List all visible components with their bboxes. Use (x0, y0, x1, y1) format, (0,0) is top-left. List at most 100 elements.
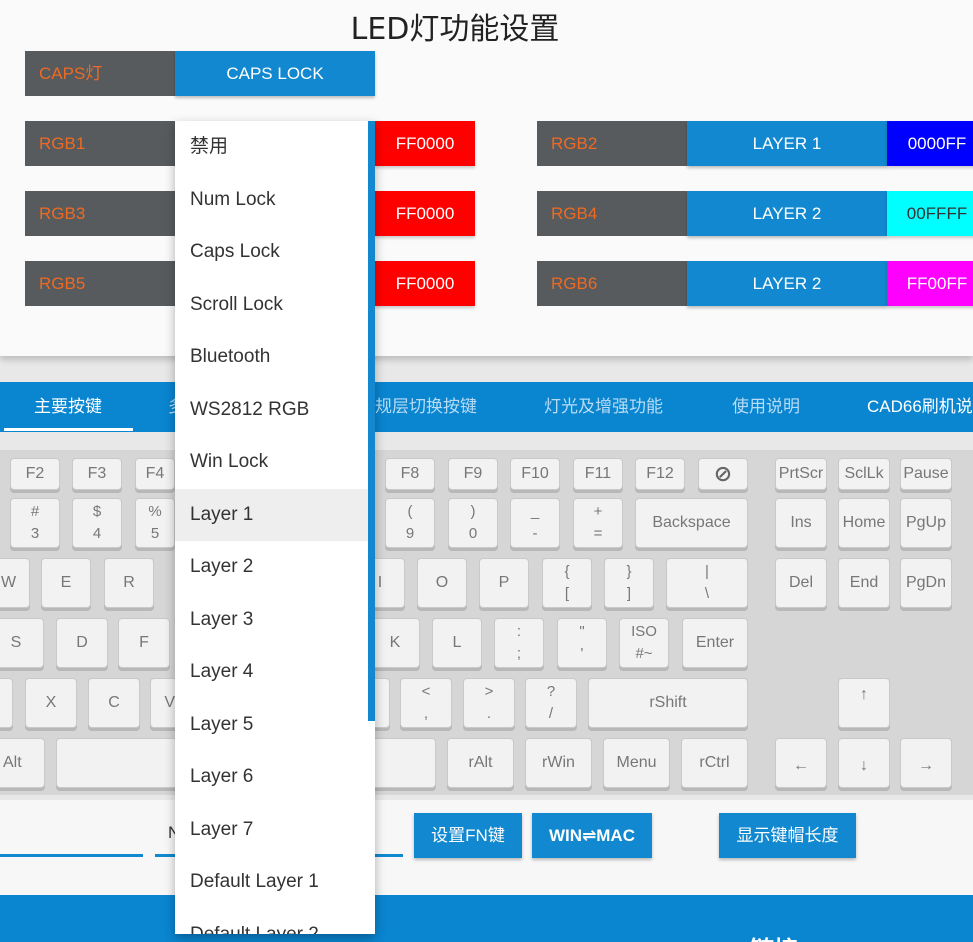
key-pgup[interactable]: PgUp (900, 498, 952, 548)
input-underline-left[interactable] (0, 854, 143, 857)
key-f3[interactable]: F3 (72, 458, 122, 490)
key-scllk[interactable]: SclLk (838, 458, 890, 490)
key-ins[interactable]: Ins (775, 498, 827, 548)
key-pause[interactable]: Pause (900, 458, 952, 490)
key-left-bracket[interactable]: { [ (542, 558, 592, 608)
arrow-down-icon[interactable]: ↓ (838, 738, 890, 788)
dropdown-option-default-layer-2[interactable]: Default Layer 2 (175, 909, 375, 935)
dropdown-option-layer-1[interactable]: Layer 1 (175, 488, 375, 541)
key-f2[interactable]: F2 (10, 458, 60, 490)
dropdown-option-disabled[interactable]: 禁用 (175, 121, 375, 174)
key-s[interactable]: S (0, 618, 44, 668)
dropdown-scrollbar[interactable] (368, 121, 375, 721)
rgb4-color-button[interactable]: 00FFFF (887, 191, 973, 236)
arrow-up-icon[interactable]: ↑ (838, 678, 890, 728)
key-l[interactable]: L (432, 618, 482, 668)
key-f12[interactable]: F12 (635, 458, 685, 490)
tab-flash-guide[interactable]: CAD66刷机说 (867, 382, 973, 432)
key-equal[interactable]: + = (573, 498, 623, 548)
key-e[interactable]: E (41, 558, 91, 608)
tab-lighting[interactable]: 灯光及增强功能 (544, 382, 663, 432)
show-keycap-length-button[interactable]: 显示键帽长度 (719, 813, 856, 858)
key-4[interactable]: $ 4 (72, 498, 122, 548)
rgb4-mode-button[interactable]: LAYER 2 (687, 191, 887, 236)
key-0[interactable]: ) 0 (448, 498, 498, 548)
key-lshift-partial[interactable] (0, 678, 13, 728)
key-3[interactable]: # 3 (10, 498, 60, 548)
tab-main-keys[interactable]: 主要按键 (34, 382, 102, 432)
key-f[interactable]: F (118, 618, 170, 668)
caps-led-label: CAPS灯 (25, 51, 175, 96)
dropdown-option-layer-5[interactable]: Layer 5 (175, 699, 375, 752)
key-slash[interactable]: ? / (525, 678, 577, 728)
dropdown-option-layer-4[interactable]: Layer 4 (175, 646, 375, 699)
key-k[interactable]: K (370, 618, 420, 668)
dropdown-option-layer-7[interactable]: Layer 7 (175, 804, 375, 857)
key-f10[interactable]: F10 (510, 458, 560, 490)
key-f9[interactable]: F9 (448, 458, 498, 490)
key-p[interactable]: P (479, 558, 529, 608)
key-x[interactable]: X (25, 678, 77, 728)
key-prtscr[interactable]: PrtScr (775, 458, 827, 490)
arrow-right-icon[interactable]: → (900, 738, 952, 788)
key-backspace[interactable]: Backspace (635, 498, 748, 548)
key-iso-hash[interactable]: ISO #~ (619, 618, 669, 668)
key-f8[interactable]: F8 (385, 458, 435, 490)
key-rwin[interactable]: rWin (525, 738, 592, 788)
key-right-bracket[interactable]: } ] (604, 558, 654, 608)
key-period[interactable]: > . (463, 678, 515, 728)
dropdown-option-ws2812-rgb[interactable]: WS2812 RGB (175, 384, 375, 437)
key-c[interactable]: C (88, 678, 140, 728)
key-home[interactable]: Home (838, 498, 890, 548)
key-quote[interactable]: " ' (557, 618, 607, 668)
dropdown-option-num-lock[interactable]: Num Lock (175, 174, 375, 227)
rgb6-color-button[interactable]: FF00FF (887, 261, 973, 306)
dropdown-option-scroll-lock[interactable]: Scroll Lock (175, 279, 375, 332)
key-ralt[interactable]: rAlt (447, 738, 514, 788)
layer-select-dropdown[interactable]: 禁用 Num Lock Caps Lock Scroll Lock Blueto… (175, 121, 375, 934)
key-enter[interactable]: Enter (682, 618, 748, 668)
dropdown-option-bluetooth[interactable]: Bluetooth (175, 331, 375, 384)
rgb2-label: RGB2 (537, 121, 687, 166)
key-r[interactable]: R (104, 558, 154, 608)
key-end[interactable]: End (838, 558, 890, 608)
key-lalt[interactable]: Alt (0, 738, 45, 788)
key-f11[interactable]: F11 (573, 458, 623, 490)
key-minus[interactable]: _ - (510, 498, 560, 548)
key-rctrl[interactable]: rCtrl (681, 738, 748, 788)
key-comma[interactable]: < , (400, 678, 452, 728)
rgb2-mode-button[interactable]: LAYER 1 (687, 121, 887, 166)
key-rshift[interactable]: rShift (588, 678, 748, 728)
key-del[interactable]: Del (775, 558, 827, 608)
set-fn-key-button[interactable]: 设置FN键 (414, 813, 522, 858)
key-semicolon[interactable]: : ; (494, 618, 544, 668)
tab-layer-switch[interactable]: 规层切换按键 (375, 382, 477, 432)
key-pgdn[interactable]: PgDn (900, 558, 952, 608)
key-f4[interactable]: F4 (135, 458, 175, 490)
key-d[interactable]: D (56, 618, 108, 668)
rgb6-mode-button[interactable]: LAYER 2 (687, 261, 887, 306)
footer-link-heading: 链接 (750, 930, 798, 942)
no-entry-icon[interactable]: ⊘ (698, 458, 748, 490)
dropdown-option-layer-2[interactable]: Layer 2 (175, 541, 375, 594)
key-o[interactable]: O (417, 558, 467, 608)
rgb4-label: RGB4 (537, 191, 687, 236)
dropdown-option-caps-lock[interactable]: Caps Lock (175, 226, 375, 279)
key-w[interactable]: W (0, 558, 30, 608)
dropdown-option-win-lock[interactable]: Win Lock (175, 436, 375, 489)
dropdown-option-default-layer-1[interactable]: Default Layer 1 (175, 856, 375, 909)
tab-instructions[interactable]: 使用说明 (732, 382, 800, 432)
dropdown-option-layer-6[interactable]: Layer 6 (175, 751, 375, 804)
rgb5-color-button[interactable]: FF0000 (375, 261, 475, 306)
key-menu[interactable]: Menu (603, 738, 670, 788)
rgb1-color-button[interactable]: FF0000 (375, 121, 475, 166)
key-9[interactable]: ( 9 (385, 498, 435, 548)
caps-led-mode-button[interactable]: CAPS LOCK (175, 51, 375, 96)
key-backslash[interactable]: | \ (666, 558, 748, 608)
arrow-left-icon[interactable]: ← (775, 738, 827, 788)
dropdown-option-layer-3[interactable]: Layer 3 (175, 594, 375, 647)
key-5[interactable]: % 5 (135, 498, 175, 548)
rgb2-color-button[interactable]: 0000FF (887, 121, 973, 166)
rgb3-color-button[interactable]: FF0000 (375, 191, 475, 236)
win-mac-toggle-button[interactable]: WIN⇌MAC (532, 813, 652, 858)
